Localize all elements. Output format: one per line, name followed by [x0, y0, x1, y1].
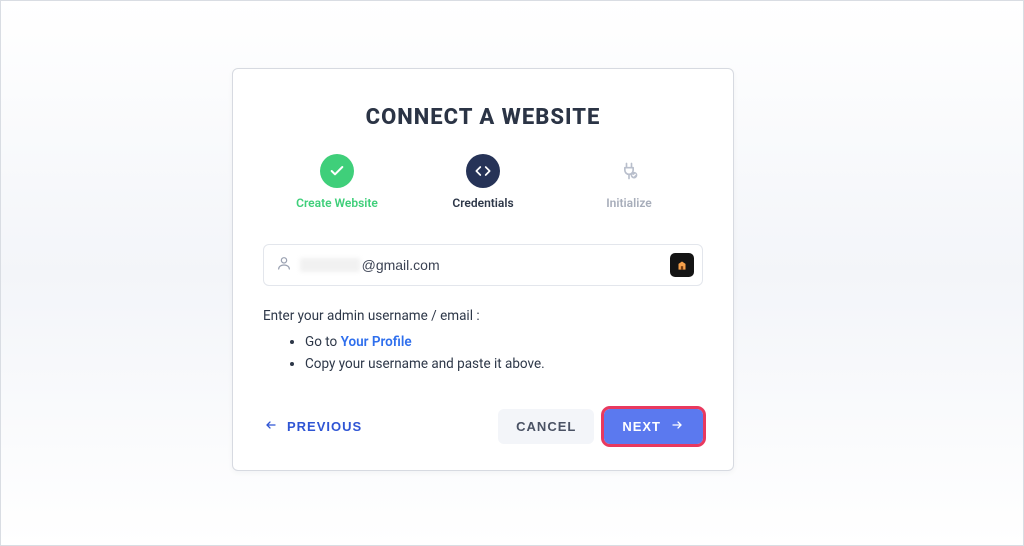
instructions-list: Go to Your Profile Copy your username an…: [263, 332, 703, 375]
previous-label: PREVIOUS: [287, 419, 362, 434]
next-label: NEXT: [622, 419, 661, 434]
list-item: Copy your username and paste it above.: [305, 354, 703, 376]
user-icon: [276, 255, 292, 275]
stepper: Create Website Credentials Initialize: [263, 154, 703, 210]
plug-icon: [612, 154, 646, 188]
modal-footer: PREVIOUS CANCEL NEXT: [263, 409, 703, 444]
modal-title: CONNECT A WEBSITE: [263, 105, 703, 130]
connect-website-modal: CONNECT A WEBSITE Create Website Credent…: [232, 68, 734, 471]
list-item: Go to Your Profile: [305, 332, 703, 354]
instructions-label: Enter your admin username / email :: [263, 308, 703, 324]
extension-badge-icon[interactable]: [670, 253, 694, 277]
step-label: Create Website: [296, 196, 378, 210]
redacted-username: [300, 258, 360, 272]
step-create-website: Create Website: [292, 154, 382, 210]
step-label: Credentials: [452, 196, 513, 210]
your-profile-link[interactable]: Your Profile: [341, 334, 412, 350]
code-icon: [466, 154, 500, 188]
previous-button[interactable]: PREVIOUS: [263, 409, 380, 444]
cancel-label: CANCEL: [516, 419, 576, 434]
email-input-wrapper[interactable]: [263, 244, 703, 286]
check-icon: [320, 154, 354, 188]
step-label: Initialize: [606, 196, 652, 210]
step-credentials: Credentials: [438, 154, 528, 210]
right-actions: CANCEL NEXT: [498, 409, 703, 444]
next-button[interactable]: NEXT: [604, 409, 703, 444]
arrow-right-icon: [669, 419, 685, 434]
cancel-button[interactable]: CANCEL: [498, 409, 594, 444]
email-field[interactable]: [362, 257, 658, 273]
arrow-left-icon: [263, 419, 279, 434]
goto-prefix: Go to: [305, 334, 341, 350]
step-initialize: Initialize: [584, 154, 674, 210]
